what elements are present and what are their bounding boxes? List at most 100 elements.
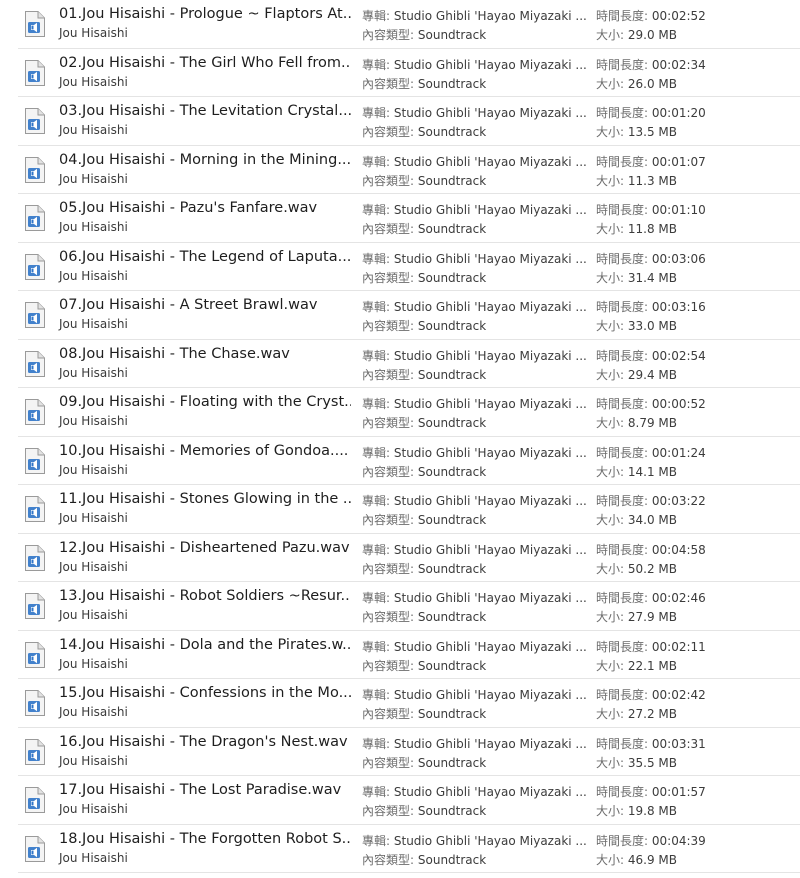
- duration-label: 時間長度:: [596, 833, 649, 848]
- album-info: 專輯: Studio Ghibli 'Hayao Miyazaki ...: [362, 396, 587, 412]
- album-value: Studio Ghibli 'Hayao Miyazaki ...: [393, 591, 587, 605]
- duration-info: 時間長度: 00:01:10: [596, 202, 706, 218]
- file-row[interactable]: 15.Jou Hisaishi - Confessions in the Mo.…: [0, 679, 800, 728]
- size-label: 大小:: [596, 125, 625, 139]
- album-label: 專輯:: [362, 542, 391, 557]
- duration-value: 00:02:52: [651, 9, 706, 23]
- content-type-label: 內容類型:: [362, 658, 415, 673]
- content-type-value: Soundtrack: [417, 852, 487, 867]
- album-value: Studio Ghibli 'Hayao Miyazaki ...: [393, 494, 587, 508]
- file-row[interactable]: 13.Jou Hisaishi - Robot Soldiers ~Resur.…: [0, 582, 800, 631]
- content-type-value: Soundtrack: [417, 76, 487, 91]
- content-type-info: 內容類型: Soundtrack: [362, 415, 486, 431]
- duration-value: 00:02:11: [651, 639, 706, 654]
- file-name: 18.Jou Hisaishi - The Forgotten Robot S.…: [59, 830, 351, 847]
- duration-value: 00:03:16: [651, 300, 706, 314]
- size-label: 大小:: [596, 222, 625, 236]
- file-row[interactable]: 08.Jou Hisaishi - The Chase.wav Jou Hisa…: [0, 340, 800, 388]
- content-type-label: 內容類型:: [362, 755, 415, 770]
- album-value: Studio Ghibli 'Hayao Miyazaki ...: [393, 251, 587, 266]
- album-value: Studio Ghibli 'Hayao Miyazaki ...: [393, 348, 587, 363]
- file-row[interactable]: 01.Jou Hisaishi - Prologue ~ Flaptors At…: [0, 0, 800, 49]
- duration-value: 00:02:42: [651, 688, 706, 702]
- file-row[interactable]: 12.Jou Hisaishi - Disheartened Pazu.wav …: [0, 534, 800, 582]
- content-type-value: Soundtrack: [417, 610, 487, 624]
- duration-info: 時間長度: 00:03:16: [596, 299, 706, 315]
- file-row[interactable]: 05.Jou Hisaishi - Pazu's Fanfare.wav Jou…: [0, 194, 800, 243]
- file-name: 09.Jou Hisaishi - Floating with the Crys…: [59, 394, 351, 410]
- file-name: 13.Jou Hisaishi - Robot Soldiers ~Resur.…: [59, 588, 351, 604]
- duration-info: 時間長度: 00:01:24: [596, 445, 706, 461]
- content-type-label: 內容類型:: [362, 852, 415, 867]
- size-label: 大小:: [596, 707, 625, 721]
- duration-info: 時間長度: 00:02:54: [596, 348, 706, 364]
- size-label: 大小:: [596, 464, 625, 479]
- audio-file-icon: [24, 59, 46, 87]
- content-type-info: 內容類型: Soundtrack: [362, 270, 486, 286]
- size-label: 大小:: [596, 852, 625, 867]
- duration-info: 時間長度: 00:02:52: [596, 8, 706, 24]
- file-artist: Jou Hisaishi: [59, 365, 128, 380]
- content-type-value: Soundtrack: [417, 513, 487, 527]
- duration-value: 00:01:24: [651, 445, 706, 460]
- file-row[interactable]: 04.Jou Hisaishi - Morning in the Mining.…: [0, 146, 800, 194]
- file-row[interactable]: 17.Jou Hisaishi - The Lost Paradise.wav …: [0, 776, 800, 825]
- album-value: Studio Ghibli 'Hayao Miyazaki ...: [393, 785, 587, 799]
- file-row[interactable]: 18.Jou Hisaishi - The Forgotten Robot S.…: [0, 825, 800, 873]
- file-row[interactable]: 10.Jou Hisaishi - Memories of Gondoa....…: [0, 437, 800, 485]
- size-label: 大小:: [596, 561, 625, 576]
- album-label: 專輯:: [362, 9, 391, 23]
- file-list: 01.Jou Hisaishi - Prologue ~ Flaptors At…: [0, 0, 800, 878]
- file-row[interactable]: 07.Jou Hisaishi - A Street Brawl.wav Jou…: [0, 291, 800, 340]
- size-value: 29.0 MB: [627, 28, 677, 42]
- size-info: 大小: 35.5 MB: [596, 755, 677, 771]
- duration-info: 時間長度: 00:03:31: [596, 736, 706, 752]
- file-row[interactable]: 09.Jou Hisaishi - Floating with the Crys…: [0, 388, 800, 437]
- file-row[interactable]: 11.Jou Hisaishi - Stones Glowing in the …: [0, 485, 800, 534]
- content-type-info: 內容類型: Soundtrack: [362, 76, 486, 92]
- file-row[interactable]: 03.Jou Hisaishi - The Levitation Crystal…: [0, 97, 800, 146]
- size-label: 大小:: [596, 658, 625, 673]
- size-info: 大小: 8.79 MB: [596, 415, 677, 431]
- content-type-info: 內容類型: Soundtrack: [362, 658, 486, 674]
- album-info: 專輯: Studio Ghibli 'Hayao Miyazaki ...: [362, 154, 587, 170]
- album-label: 專輯:: [362, 106, 391, 120]
- size-value: 11.8 MB: [627, 222, 677, 236]
- file-row[interactable]: 14.Jou Hisaishi - Dola and the Pirates.w…: [0, 631, 800, 679]
- content-type-value: Soundtrack: [417, 464, 487, 479]
- duration-label: 時間長度:: [596, 9, 649, 23]
- file-name: 01.Jou Hisaishi - Prologue ~ Flaptors At…: [59, 6, 351, 22]
- duration-label: 時間長度:: [596, 57, 649, 72]
- size-info: 大小: 22.1 MB: [596, 658, 677, 674]
- album-value: Studio Ghibli 'Hayao Miyazaki ...: [393, 57, 587, 72]
- file-artist: Jou Hisaishi: [59, 608, 128, 622]
- size-value: 27.9 MB: [627, 610, 677, 624]
- file-name: 15.Jou Hisaishi - Confessions in the Mo.…: [59, 685, 351, 701]
- duration-label: 時間長度:: [596, 688, 649, 702]
- file-row[interactable]: 16.Jou Hisaishi - The Dragon's Nest.wav …: [0, 728, 800, 776]
- file-artist: Jou Hisaishi: [59, 753, 128, 768]
- size-info: 大小: 29.0 MB: [596, 27, 677, 43]
- album-info: 專輯: Studio Ghibli 'Hayao Miyazaki ...: [362, 736, 587, 752]
- album-label: 專輯:: [362, 348, 391, 363]
- duration-value: 00:01:57: [651, 785, 706, 799]
- album-info: 專輯: Studio Ghibli 'Hayao Miyazaki ...: [362, 833, 587, 849]
- duration-label: 時間長度:: [596, 251, 649, 266]
- size-label: 大小:: [596, 28, 625, 42]
- content-type-info: 內容類型: Soundtrack: [362, 173, 486, 189]
- content-type-label: 內容類型:: [362, 173, 415, 188]
- duration-value: 00:02:54: [651, 348, 706, 363]
- album-info: 專輯: Studio Ghibli 'Hayao Miyazaki ...: [362, 445, 587, 461]
- file-row[interactable]: 06.Jou Hisaishi - The Legend of Laputa..…: [0, 243, 800, 291]
- size-info: 大小: 34.0 MB: [596, 512, 677, 528]
- size-info: 大小: 50.2 MB: [596, 561, 677, 577]
- audio-file-icon: [24, 447, 46, 475]
- audio-file-icon: [24, 738, 46, 766]
- file-row[interactable]: 02.Jou Hisaishi - The Girl Who Fell from…: [0, 49, 800, 97]
- album-value: Studio Ghibli 'Hayao Miyazaki ...: [393, 9, 587, 23]
- duration-value: 00:02:34: [651, 57, 706, 72]
- content-type-label: 內容類型:: [362, 416, 415, 430]
- file-artist: Jou Hisaishi: [59, 317, 128, 331]
- album-value: Studio Ghibli 'Hayao Miyazaki ...: [393, 300, 587, 314]
- content-type-value: Soundtrack: [417, 561, 487, 576]
